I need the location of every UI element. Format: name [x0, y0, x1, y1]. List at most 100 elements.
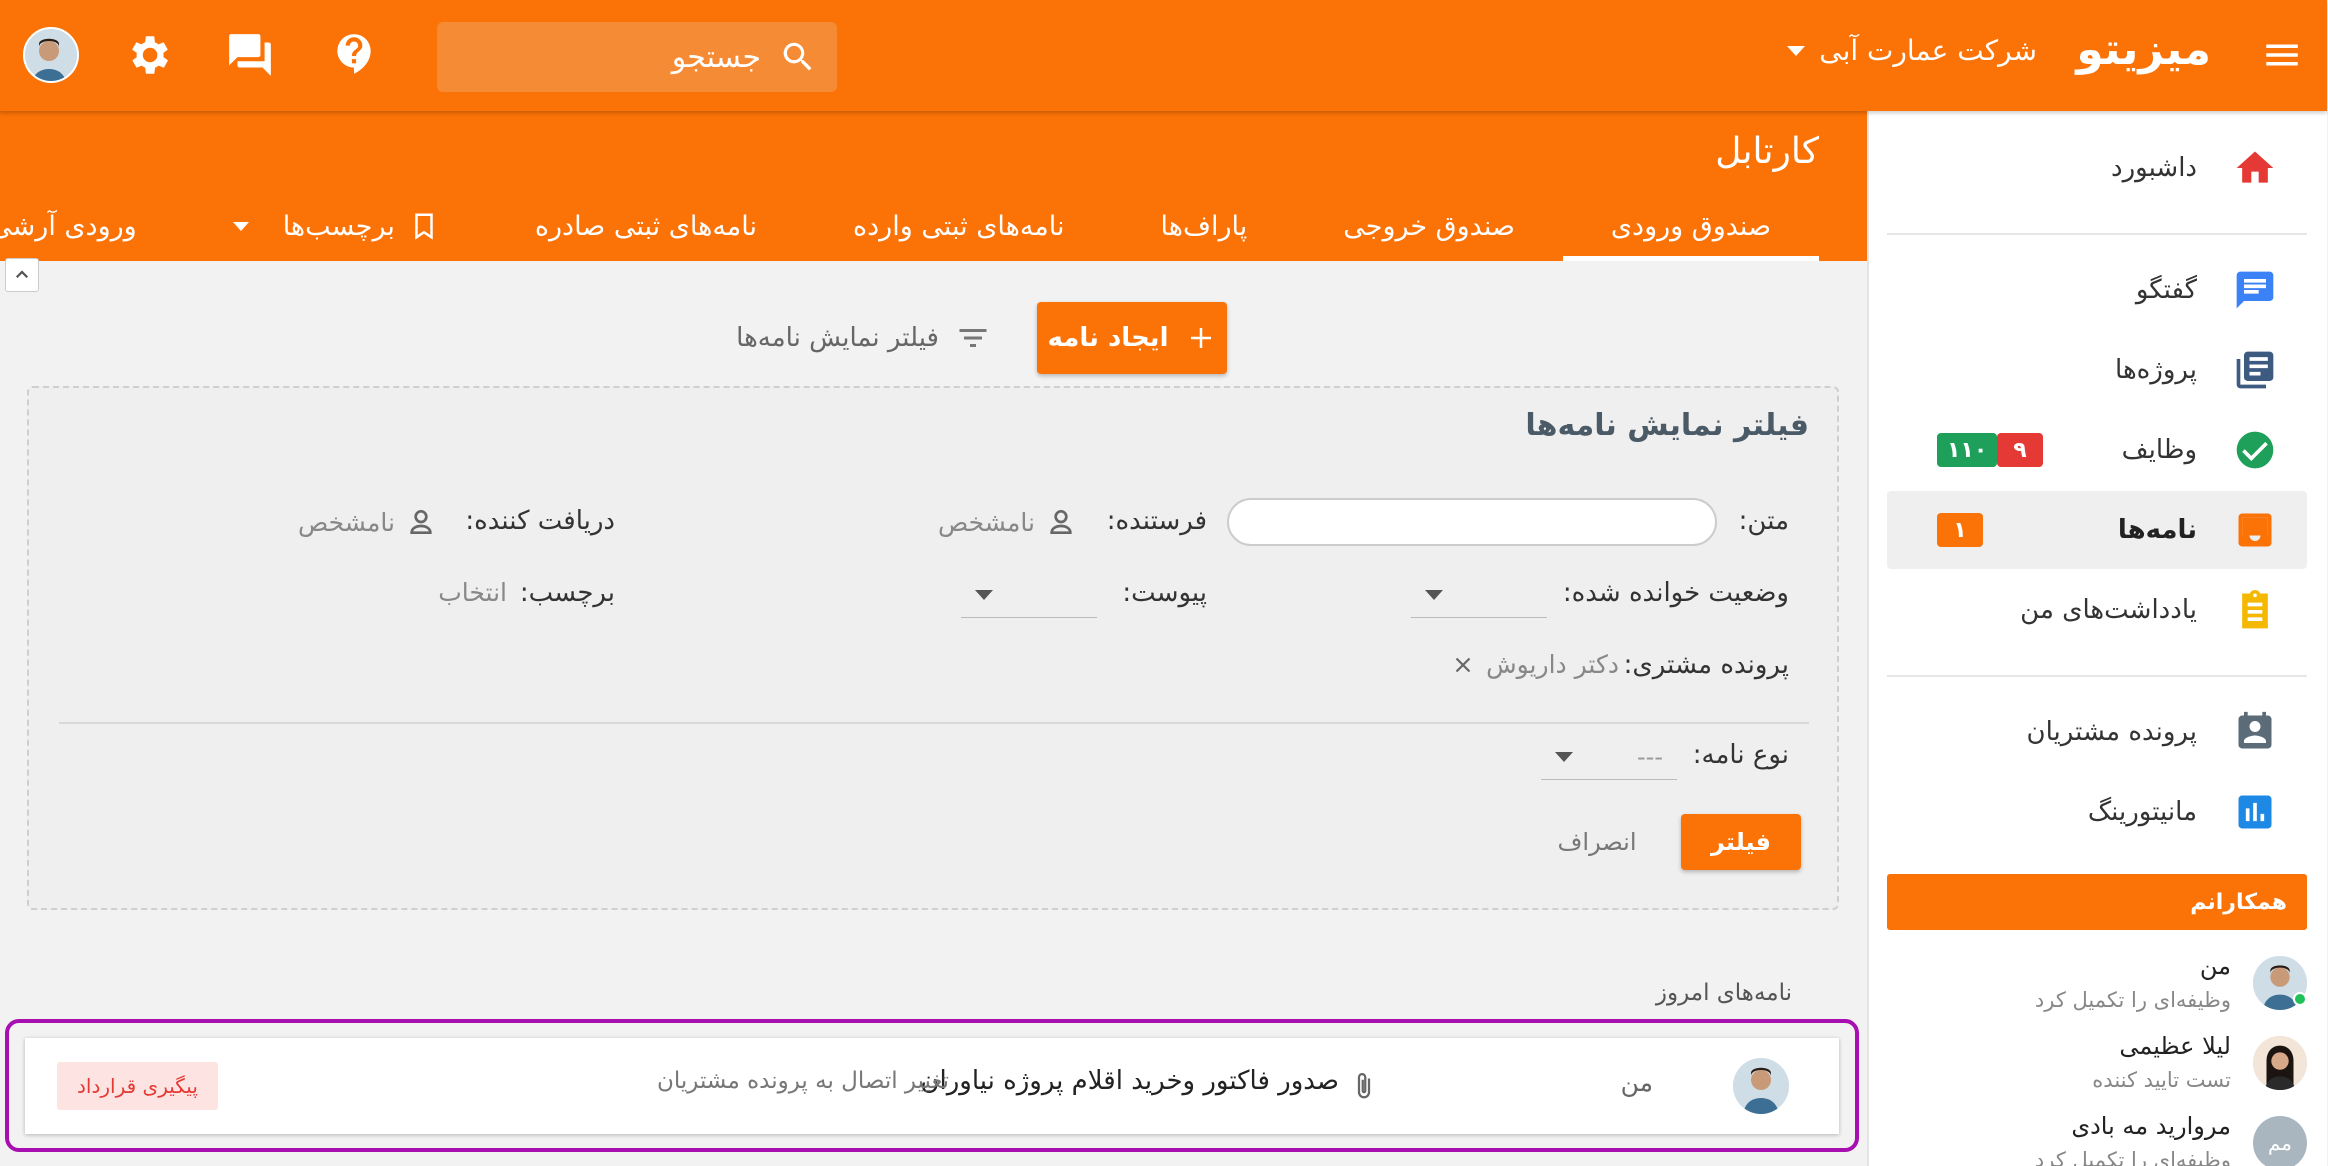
contacts-icon	[2239, 711, 2273, 749]
tab-inbox[interactable]: صندوق ورودی	[1563, 191, 1821, 261]
chevron-down-icon	[976, 589, 994, 600]
collapse-button[interactable]	[6, 258, 40, 292]
sidebar-item-projects[interactable]: پروژه‌ها	[1888, 331, 2308, 409]
page-title: کارتابل	[1716, 131, 1820, 172]
tab-archive-incoming[interactable]: ورودی آرشی	[0, 191, 186, 261]
tab-registered-outgoing[interactable]: نامه‌های ثبتی صادره	[488, 191, 806, 261]
cancel-filter-button[interactable]: انصراف	[1538, 814, 1658, 870]
sender-label: فرستنده:	[1107, 506, 1208, 536]
colleague-name: مروارید مه بادی	[2072, 1112, 2232, 1140]
chevron-down-icon	[233, 221, 250, 231]
filter-panel: فیلتر نمایش نامه‌ها متن: فرستنده: نامشخص…	[28, 386, 1840, 910]
sidebar: داشبورد گفتگو پروژه‌ها وظایف ۱۱۰ ۹ نامه‌…	[1868, 111, 2328, 1166]
search-input[interactable]	[522, 39, 762, 75]
receiver-selector[interactable]: نامشخص	[299, 506, 438, 538]
read-status-select[interactable]	[1412, 572, 1548, 618]
letter-type-select[interactable]: ---	[1542, 734, 1678, 780]
attachment-select[interactable]	[962, 572, 1098, 618]
colleague-status: وظیفه‌ای را تکمیل کرد	[2035, 988, 2232, 1012]
online-status-icon	[2294, 992, 2308, 1006]
tab-labels[interactable]: برچسب‌ها	[186, 191, 488, 261]
tab-bar: صندوق ورودی صندوق خروجی پاراف‌ها نامه‌ها…	[0, 191, 1821, 261]
sidebar-item-dashboard[interactable]: داشبورد	[1888, 129, 2308, 207]
status-badge: پیگیری قرارداد	[58, 1062, 219, 1110]
company-selector[interactable]: شرکت عمارت آبی	[1788, 34, 2038, 67]
brand-logo[interactable]: میزیتو	[2077, 24, 2212, 75]
close-icon[interactable]	[1451, 652, 1477, 678]
colleague-name: من	[2200, 952, 2232, 980]
letter-description: تغییر اتصال به پرونده مشتریان	[658, 1068, 950, 1094]
letter-type-label: نوع نامه:	[1693, 740, 1790, 770]
check-circle-icon	[2237, 431, 2275, 469]
sidebar-item-label: گفتگو	[2136, 275, 2198, 305]
client-file-chip[interactable]: دکتر داریوش	[1451, 650, 1620, 679]
colleague-item[interactable]: من وظیفه‌ای را تکمیل کرد	[1888, 946, 2308, 1022]
sender-selector[interactable]: نامشخص	[939, 506, 1078, 538]
sidebar-divider	[1888, 675, 2308, 677]
table-row[interactable]: من صدور فاکتور وخرید اقلام پروژه نیاوران…	[26, 1038, 1840, 1134]
apply-filter-button[interactable]: فیلتر	[1682, 814, 1802, 870]
avatar: مم	[2254, 1116, 2308, 1166]
help-icon[interactable]	[330, 30, 380, 80]
letters-unread-badge: ۱	[1938, 513, 1984, 547]
colleague-item[interactable]: لیلا عظیمی تست تایید کننده	[1888, 1026, 2308, 1102]
attachment-label: پیوست:	[1123, 578, 1208, 608]
messages-icon[interactable]	[226, 30, 276, 80]
tab-paraphs[interactable]: پاراف‌ها	[1114, 191, 1297, 261]
sidebar-item-letters[interactable]: نامه‌ها ۱	[1888, 491, 2308, 569]
create-letter-label: ایجاد نامه	[1048, 323, 1170, 353]
projects-icon	[2237, 351, 2275, 389]
receiver-value: نامشخص	[298, 507, 396, 537]
letter-type-value: ---	[1638, 742, 1664, 771]
colleague-status: تست تایید کننده	[2093, 1068, 2232, 1092]
company-name: شرکت عمارت آبی	[1820, 34, 2038, 67]
sidebar-item-label: داشبورد	[2112, 153, 2198, 183]
plus-icon	[1192, 328, 1213, 348]
tab-outbox[interactable]: صندوق خروجی	[1296, 191, 1564, 261]
tab-registered-incoming[interactable]: نامه‌های ثبتی وارده	[806, 191, 1114, 261]
chat-icon	[2237, 271, 2275, 309]
sidebar-item-label: نامه‌ها	[2118, 515, 2198, 545]
tag-selector[interactable]: انتخاب	[439, 578, 508, 607]
filter-icon	[960, 329, 988, 347]
sidebar-item-label: مانیتورینگ	[2088, 797, 2198, 827]
letter-subject: صدور فاکتور وخرید اقلام پروژه نیاوران	[921, 1066, 1340, 1096]
receiver-label: دریافت کننده:	[466, 506, 616, 536]
tasks-overdue-badge: ۹	[1998, 433, 2044, 467]
tasks-done-badge: ۱۱۰	[1938, 433, 1999, 467]
sidebar-item-tasks[interactable]: وظایف ۱۱۰ ۹	[1888, 411, 2308, 489]
create-letter-button[interactable]: ایجاد نامه	[1038, 302, 1228, 374]
text-search-field[interactable]	[1228, 498, 1718, 546]
menu-icon[interactable]	[2262, 34, 2304, 76]
filter-toggle-button[interactable]: فیلتر نمایش نامه‌ها	[737, 312, 992, 364]
gear-icon[interactable]	[124, 30, 174, 80]
sidebar-item-label: پرونده مشتریان	[2027, 717, 2198, 747]
filter-toggle-label: فیلتر نمایش نامه‌ها	[737, 323, 940, 353]
page-header: کارتابل صندوق ورودی صندوق خروجی پاراف‌ها…	[0, 111, 1868, 261]
avatar	[2254, 1036, 2308, 1090]
clipboard-icon	[2243, 589, 2269, 629]
inbox-icon	[2239, 513, 2273, 547]
avatar	[1734, 1058, 1790, 1114]
client-file-value: دکتر داریوش	[1487, 650, 1620, 679]
sidebar-item-monitoring[interactable]: مانیتورینگ	[1888, 773, 2308, 851]
user-avatar[interactable]	[24, 27, 80, 83]
person-icon	[411, 509, 433, 534]
chevron-down-icon	[1426, 589, 1444, 600]
chart-icon	[2239, 795, 2273, 829]
chevron-down-icon	[1788, 45, 1807, 56]
sidebar-item-notes[interactable]: یادداشت‌های من	[1888, 571, 2308, 649]
sidebar-item-clients[interactable]: پرونده مشتریان	[1888, 693, 2308, 771]
search-box[interactable]	[438, 22, 838, 92]
client-file-label: پرونده مشتری:	[1624, 650, 1790, 680]
search-icon	[784, 42, 813, 71]
today-letters-title: نامه‌های امروز	[1656, 980, 1793, 1006]
sender-value: نامشخص	[938, 507, 1036, 537]
chevron-down-icon	[1556, 751, 1574, 762]
home-icon	[2237, 151, 2275, 183]
bookmark-icon	[416, 213, 434, 240]
sidebar-item-label: یادداشت‌های من	[2021, 595, 2198, 625]
colleague-item[interactable]: مم مروارید مه بادی وظیفه‌ای را تکمیل کرد	[1888, 1106, 2308, 1166]
sidebar-item-chat[interactable]: گفتگو	[1888, 251, 2308, 329]
chevron-up-icon	[16, 270, 30, 279]
